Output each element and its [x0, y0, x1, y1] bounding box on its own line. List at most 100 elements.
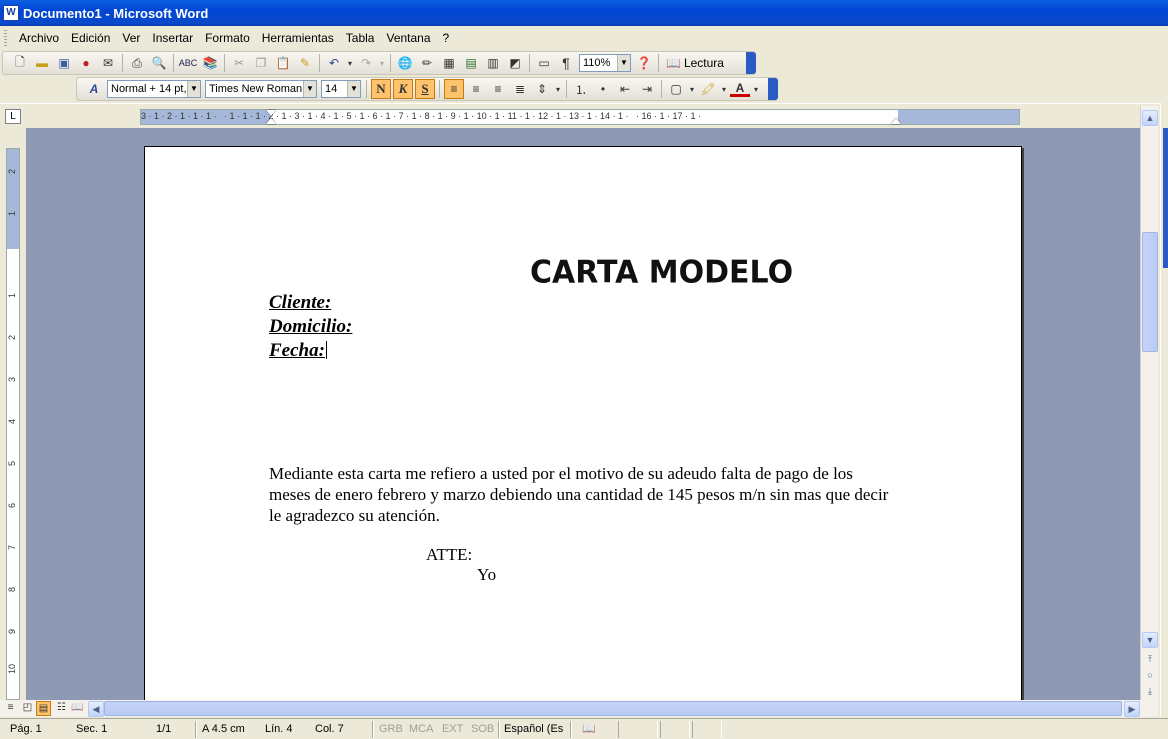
cut-icon[interactable]: ✂ — [229, 53, 249, 73]
menu-archivo[interactable]: Archivo — [13, 31, 65, 45]
vruler-num: 2 — [7, 334, 17, 340]
status-ext[interactable]: EXT — [438, 722, 463, 738]
print-icon[interactable]: ⎙ — [127, 53, 147, 73]
save-icon[interactable]: ▣ — [54, 53, 74, 73]
copy-icon[interactable]: ❐ — [251, 53, 271, 73]
browse-object-icon[interactable]: ○ — [1142, 668, 1158, 684]
email-icon[interactable]: ✉ — [98, 53, 118, 73]
align-right-icon[interactable]: ≡ — [488, 79, 508, 99]
tables-borders-icon[interactable]: ✏ — [417, 53, 437, 73]
bold-button[interactable]: N — [371, 79, 391, 99]
drawing-icon[interactable]: ◩ — [505, 53, 525, 73]
undo-icon[interactable]: ↶ — [324, 53, 344, 73]
word-app-icon[interactable]: W — [3, 5, 19, 21]
research-icon[interactable]: 📚 — [200, 53, 220, 73]
insert-table-icon[interactable]: ▦ — [439, 53, 459, 73]
status-bar: Pág. 1 Sec. 1 1/1 A 4.5 cm Lín. 4 Col. 7… — [0, 718, 1168, 739]
align-center-icon[interactable]: ≡ — [466, 79, 486, 99]
columns-icon[interactable]: ▥ — [483, 53, 503, 73]
open-folder-icon[interactable]: ▬ — [32, 53, 52, 73]
format-painter-icon[interactable]: ✎ — [295, 53, 315, 73]
toolbar-options-icon[interactable] — [746, 52, 756, 74]
print-preview-icon[interactable]: 🔍 — [149, 53, 169, 73]
horizontal-scroll-thumb[interactable] — [104, 701, 1122, 716]
hanging-indent-marker[interactable] — [266, 118, 276, 124]
menu-insertar[interactable]: Insertar — [146, 31, 199, 45]
borders-dropdown-icon[interactable]: ▾ — [688, 79, 696, 99]
italic-button[interactable]: K — [393, 79, 413, 99]
font-color-dropdown-icon[interactable]: ▾ — [752, 79, 760, 99]
underline-button[interactable]: S — [415, 79, 435, 99]
spelling-icon[interactable]: ABC — [178, 53, 198, 73]
paste-icon[interactable]: 📋 — [273, 53, 293, 73]
document-page[interactable]: CARTA MODELO Cliente: Domicilio: Fecha: … — [144, 146, 1022, 700]
print-layout-icon[interactable]: ▤ — [36, 701, 51, 716]
borders-icon[interactable]: ▢ — [666, 79, 686, 99]
align-left-icon[interactable]: ≡ — [444, 79, 464, 99]
scroll-up-icon[interactable]: ▲ — [1142, 110, 1158, 126]
hyperlink-icon[interactable]: 🌐 — [395, 53, 415, 73]
help-icon[interactable]: ❓ — [634, 53, 654, 73]
line-spacing-dropdown-icon[interactable]: ▾ — [554, 79, 562, 99]
status-page: Pág. 1 — [10, 723, 42, 735]
horizontal-ruler[interactable]: 3 · 1 · 2 · 1 · 1 · 1 · · 1 · 1 · 1 · 2 … — [140, 109, 1020, 125]
status-language[interactable]: Español (Es — [500, 722, 563, 738]
menu-tabla[interactable]: Tabla — [340, 31, 381, 45]
menu-grip[interactable] — [4, 30, 7, 46]
new-document-icon[interactable]: 🗋 — [10, 53, 30, 73]
status-sob[interactable]: SOB — [467, 722, 494, 738]
previous-page-icon[interactable]: ⤒ — [1142, 652, 1158, 668]
next-page-icon[interactable]: ⤓ — [1142, 684, 1158, 700]
font-color-icon[interactable]: A — [730, 81, 750, 97]
tab-selector[interactable]: L — [5, 109, 21, 124]
increase-indent-icon[interactable]: ⇥ — [637, 79, 657, 99]
menu-formato[interactable]: Formato — [199, 31, 256, 45]
status-grb[interactable]: GRB — [375, 722, 403, 738]
vertical-scroll-thumb[interactable] — [1142, 232, 1158, 352]
styles-formatting-icon[interactable]: A — [84, 79, 104, 99]
spelling-status-icon[interactable]: 📖 — [578, 722, 596, 738]
numbering-icon[interactable]: ⒈ — [571, 79, 591, 99]
vertical-ruler[interactable]: 2 1 1 2 3 4 5 6 7 8 9 10 — [0, 128, 26, 700]
permission-icon[interactable]: ● — [76, 53, 96, 73]
first-line-indent-marker[interactable] — [266, 110, 276, 116]
scroll-right-icon[interactable]: ▶ — [1124, 701, 1140, 717]
toolbar-separator — [566, 80, 567, 98]
redo-icon[interactable]: ↷ — [356, 53, 376, 73]
highlight-dropdown-icon[interactable]: ▾ — [720, 79, 728, 99]
scroll-left-icon[interactable]: ◀ — [88, 701, 104, 717]
status-mca[interactable]: MCA — [405, 722, 433, 738]
decrease-indent-icon[interactable]: ⇤ — [615, 79, 635, 99]
font-combo[interactable]: Times New Roman ▼ — [205, 80, 317, 98]
scroll-down-icon[interactable]: ▼ — [1142, 632, 1158, 648]
chevron-down-icon[interactable]: ▼ — [187, 81, 200, 97]
line-spacing-icon[interactable]: ⇕ — [532, 79, 552, 99]
highlight-icon[interactable]: 🖍 — [698, 79, 718, 99]
chevron-down-icon[interactable]: ▼ — [617, 55, 630, 71]
reading-view-icon[interactable]: 📖 — [70, 701, 85, 716]
chevron-down-icon[interactable]: ▼ — [347, 81, 360, 97]
redo-dropdown-icon[interactable]: ▾ — [378, 53, 386, 73]
menu-help[interactable]: ? — [437, 31, 456, 45]
outline-view-icon[interactable]: ☷ — [54, 701, 69, 716]
normal-view-icon[interactable]: ≡ — [3, 701, 18, 716]
zoom-combo[interactable]: 110% ▼ — [579, 54, 631, 72]
style-combo[interactable]: Normal + 14 pt, ▼ — [107, 80, 201, 98]
vertical-scrollbar[interactable]: ▲ ▼ ⤒ ○ ⤓ — [1140, 106, 1158, 700]
undo-dropdown-icon[interactable]: ▾ — [346, 53, 354, 73]
justify-icon[interactable]: ≣ — [510, 79, 530, 99]
insert-excel-icon[interactable]: ▤ — [461, 53, 481, 73]
menu-edicion[interactable]: Edición — [65, 31, 116, 45]
reading-layout-button[interactable]: 📖 Lectura — [662, 56, 728, 70]
web-view-icon[interactable]: ◰ — [20, 701, 35, 716]
document-map-icon[interactable]: ▭ — [534, 53, 554, 73]
menu-ver[interactable]: Ver — [116, 31, 146, 45]
menu-ventana[interactable]: Ventana — [380, 31, 436, 45]
menu-herramientas[interactable]: Herramientas — [256, 31, 340, 45]
font-size-combo[interactable]: 14 ▼ — [321, 80, 361, 98]
chevron-down-icon[interactable]: ▼ — [303, 81, 316, 97]
right-indent-marker[interactable] — [891, 118, 901, 124]
toolbar-options-icon[interactable] — [768, 78, 778, 100]
bullets-icon[interactable]: • — [593, 79, 613, 99]
show-marks-icon[interactable]: ¶ — [556, 53, 576, 73]
